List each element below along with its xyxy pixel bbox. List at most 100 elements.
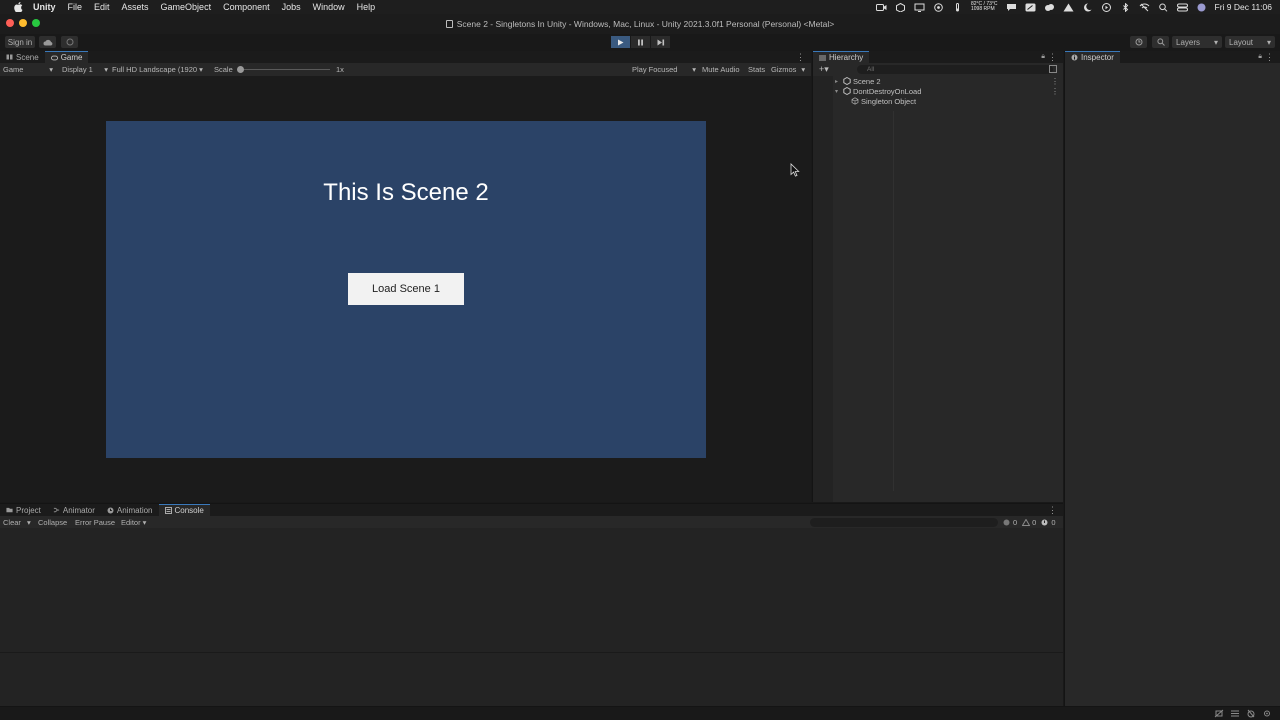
- scene-2-menu-icon[interactable]: ⋮: [1051, 76, 1059, 86]
- hierarchy-item-singleton-object[interactable]: Singleton Object: [851, 96, 916, 106]
- bluetooth-icon[interactable]: [1120, 2, 1131, 12]
- scale-slider-handle[interactable]: [237, 66, 244, 73]
- game-mode-label: Game: [3, 65, 24, 74]
- menu-file[interactable]: File: [68, 2, 83, 12]
- menu-help[interactable]: Help: [357, 2, 376, 12]
- lock-icon[interactable]: 🔒︎: [1258, 51, 1262, 63]
- editor-dropdown[interactable]: Editor ▾: [121, 516, 146, 528]
- wifi-off-icon[interactable]: [1139, 3, 1150, 12]
- menu-component[interactable]: Component: [223, 2, 270, 12]
- console-detail-divider[interactable]: [0, 652, 1063, 653]
- layers-label: Layers: [1176, 37, 1201, 47]
- close-window-button[interactable]: [6, 19, 14, 27]
- pause-button[interactable]: [631, 36, 650, 48]
- clear-dropdown[interactable]: Clear ▾: [3, 516, 31, 528]
- sign-in-button[interactable]: Sign in: [5, 36, 35, 48]
- pen-icon[interactable]: [1025, 3, 1036, 12]
- scale-slider-track[interactable]: [240, 69, 330, 70]
- menubar-clock[interactable]: Fri 9 Dec 11:06: [1215, 2, 1272, 12]
- game-viewport[interactable]: This Is Scene 2 Load Scene 1: [106, 121, 706, 458]
- zoom-window-button[interactable]: [32, 19, 40, 27]
- unity-logo-icon[interactable]: [895, 2, 906, 12]
- list-icon: [819, 55, 826, 61]
- layout-label: Layout: [1229, 37, 1254, 47]
- tab-animation[interactable]: Animation: [101, 504, 159, 516]
- apple-logo-icon[interactable]: [12, 1, 24, 13]
- tab-game[interactable]: Game: [44, 51, 89, 63]
- undo-history-icon[interactable]: [1130, 36, 1147, 48]
- focus-icon[interactable]: [933, 2, 944, 12]
- game-mode-dropdown[interactable]: Game ▾: [3, 63, 53, 76]
- hierarchy-search-input[interactable]: All: [857, 65, 1053, 74]
- progress-icon[interactable]: [1230, 709, 1240, 718]
- hierarchy-item-label: Scene 2: [853, 76, 881, 86]
- gizmos-dropdown[interactable]: Gizmos ▾: [771, 63, 805, 76]
- tab-animator[interactable]: Animator: [47, 504, 101, 516]
- menu-gameobject[interactable]: GameObject: [161, 2, 212, 12]
- mute-audio-toggle[interactable]: Mute Audio: [702, 63, 740, 76]
- cache-server-icon[interactable]: [1214, 709, 1224, 718]
- resolution-label: Full HD Landscape (1920: [112, 65, 198, 74]
- stats-toggle[interactable]: Stats: [748, 63, 765, 76]
- load-scene-1-button[interactable]: Load Scene 1: [348, 273, 464, 305]
- error-count-toggle[interactable]: 0: [1041, 518, 1056, 527]
- play-button[interactable]: [611, 36, 630, 48]
- collab-icon[interactable]: [61, 36, 78, 48]
- hierarchy-item-dontdestroyonload[interactable]: ▾ DontDestroyOnLoad: [835, 86, 921, 96]
- panel-menu-icon[interactable]: ⋮: [1265, 51, 1274, 63]
- create-dropdown[interactable]: +▾: [819, 64, 829, 75]
- tab-scene[interactable]: Scene: [0, 51, 45, 63]
- toolbar-search-icon[interactable]: [1152, 36, 1169, 48]
- panel-menu-icon[interactable]: ⋮: [1048, 504, 1057, 516]
- display-dropdown[interactable]: Display 1 ▾: [62, 63, 108, 76]
- step-button[interactable]: [651, 36, 670, 48]
- settings-icon[interactable]: [1262, 709, 1272, 718]
- console-panel: Project Animator Animation Console ⋮ Cle…: [0, 503, 1063, 706]
- messages-icon[interactable]: [1006, 3, 1017, 12]
- display-label: Display 1: [62, 65, 93, 74]
- expand-arrow-icon[interactable]: ▸: [835, 78, 843, 85]
- moon-icon[interactable]: [1082, 3, 1093, 12]
- lock-icon[interactable]: 🔒︎: [1041, 51, 1045, 63]
- hierarchy-item-label: Singleton Object: [861, 96, 917, 106]
- control-center-icon[interactable]: [1176, 3, 1188, 12]
- error-pause-toggle[interactable]: Error Pause: [75, 516, 115, 528]
- tab-inspector[interactable]: Inspector: [1065, 51, 1120, 63]
- menu-unity[interactable]: Unity: [33, 2, 56, 12]
- search-icon[interactable]: [1158, 3, 1169, 12]
- play-focused-dropdown[interactable]: Play Focused ▾: [632, 63, 696, 76]
- menu-edit[interactable]: Edit: [94, 2, 110, 12]
- tab-hierarchy[interactable]: Hierarchy: [813, 51, 870, 63]
- warning-icon: [1022, 518, 1031, 526]
- menu-window[interactable]: Window: [313, 2, 345, 12]
- drive-icon[interactable]: [1063, 3, 1074, 12]
- tab-console[interactable]: Console: [158, 504, 210, 516]
- collapse-arrow-icon[interactable]: ▾: [835, 88, 843, 95]
- console-search-input[interactable]: [810, 518, 998, 527]
- camera-icon[interactable]: [876, 3, 887, 12]
- layers-dropdown[interactable]: Layers ▾: [1172, 36, 1222, 48]
- siri-icon[interactable]: [1196, 3, 1207, 12]
- resolution-dropdown[interactable]: Full HD Landscape (1920 ▾: [112, 63, 203, 76]
- panel-menu-icon[interactable]: ⋮: [1048, 51, 1057, 63]
- dontdestroyonload-menu-icon[interactable]: ⋮: [1051, 86, 1059, 96]
- hierarchy-item-scene-2[interactable]: ▸ Scene 2: [835, 76, 881, 86]
- tab-project[interactable]: Project: [0, 504, 47, 516]
- unity-scene-icon: [843, 87, 851, 95]
- layout-dropdown[interactable]: Layout ▾: [1225, 36, 1275, 48]
- minimize-window-button[interactable]: [19, 19, 27, 27]
- creative-cloud-icon[interactable]: [1044, 3, 1055, 12]
- warning-count-toggle[interactable]: 0: [1022, 518, 1036, 527]
- menu-assets[interactable]: Assets: [122, 2, 149, 12]
- menu-jobs[interactable]: Jobs: [282, 2, 301, 12]
- scene-visibility-icon[interactable]: [1049, 65, 1057, 73]
- tab-animation-label: Animation: [116, 505, 153, 515]
- play-circle-icon[interactable]: [1101, 2, 1112, 12]
- display-icon[interactable]: [914, 3, 925, 12]
- collapse-toggle[interactable]: Collapse: [38, 516, 67, 528]
- log-count-toggle[interactable]: 0: [1003, 518, 1017, 527]
- cloud-icon[interactable]: [39, 36, 56, 48]
- debug-mode-icon[interactable]: [1246, 709, 1256, 718]
- gizmos-label: Gizmos: [771, 65, 797, 74]
- panel-menu-icon[interactable]: ⋮: [796, 51, 805, 63]
